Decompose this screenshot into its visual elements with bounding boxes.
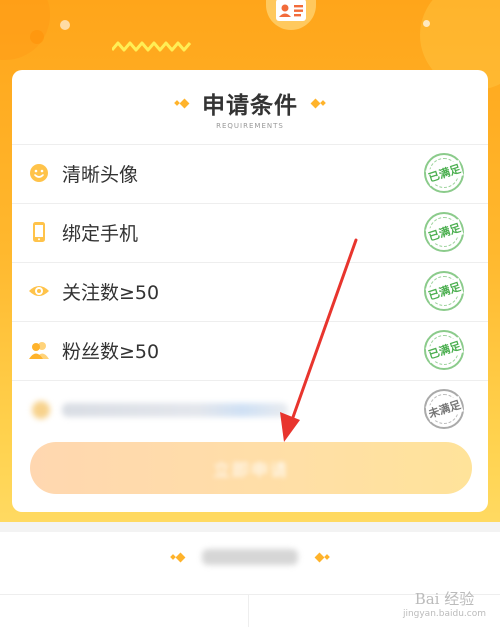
requirements-list: 清晰头像 已满足 绑定手机 已满足 关注数≥50 已满足 粉丝数≥50 已满足 … [12, 144, 488, 439]
diamond-decor-icon [314, 552, 330, 562]
watermark-url: jingyan.baidu.com [402, 609, 486, 619]
requirements-card: 申请条件 REQUIREMENTS 清晰头像 已满足 绑定手机 已满足 关注数≥… [12, 70, 488, 512]
watermark: Bai 经验 jingyan.baidu.com [403, 588, 486, 619]
lower-section-header [0, 544, 500, 565]
satisfied-stamp: 已满足 [424, 153, 464, 193]
requirement-blurred: 未满足 [12, 380, 488, 439]
decor-zigzag [112, 41, 192, 52]
phone-icon [33, 222, 45, 242]
requirement-follows: 关注数≥50 已满足 [12, 262, 488, 321]
smiley-icon [30, 164, 48, 182]
page-subtitle: REQUIREMENTS [216, 122, 284, 130]
page-title: 申请条件 [202, 93, 298, 119]
diamond-decor-icon [170, 552, 186, 562]
decor-bubble [0, 0, 50, 60]
decor-bubble [60, 20, 70, 30]
requirement-avatar: 清晰头像 已满足 [12, 144, 488, 203]
blurred-section-title [202, 549, 298, 565]
requirement-phone: 绑定手机 已满足 [12, 203, 488, 262]
requirement-fans: 粉丝数≥50 已满足 [12, 321, 488, 380]
unsatisfied-stamp: 未满足 [424, 389, 464, 429]
requirement-label: 关注数≥50 [62, 282, 160, 304]
id-card-badge [266, 0, 316, 30]
divider [248, 595, 249, 627]
decor-bubble [423, 20, 430, 27]
apply-button[interactable]: 立即申请 [30, 442, 472, 494]
satisfied-stamp: 已满足 [424, 271, 464, 311]
fans-icon [29, 342, 49, 359]
requirements-header: 申请条件 REQUIREMENTS [12, 86, 488, 130]
diamond-decor-icon [174, 98, 190, 108]
satisfied-stamp: 已满足 [424, 330, 464, 370]
blurred-requirement-text [62, 403, 288, 417]
blurred-icon [32, 401, 50, 419]
requirement-label: 绑定手机 [62, 223, 139, 245]
section-divider [0, 522, 500, 532]
requirement-label: 粉丝数≥50 [62, 341, 160, 363]
watermark-logo: Bai 经验 [414, 590, 475, 608]
diamond-decor-icon [310, 98, 326, 108]
requirement-label: 清晰头像 [62, 164, 139, 186]
eye-icon [29, 286, 49, 296]
id-card-icon [276, 0, 306, 21]
satisfied-stamp: 已满足 [424, 212, 464, 252]
page: 申请条件 REQUIREMENTS 清晰头像 已满足 绑定手机 已满足 关注数≥… [0, 0, 500, 627]
decor-bubble [30, 30, 44, 44]
